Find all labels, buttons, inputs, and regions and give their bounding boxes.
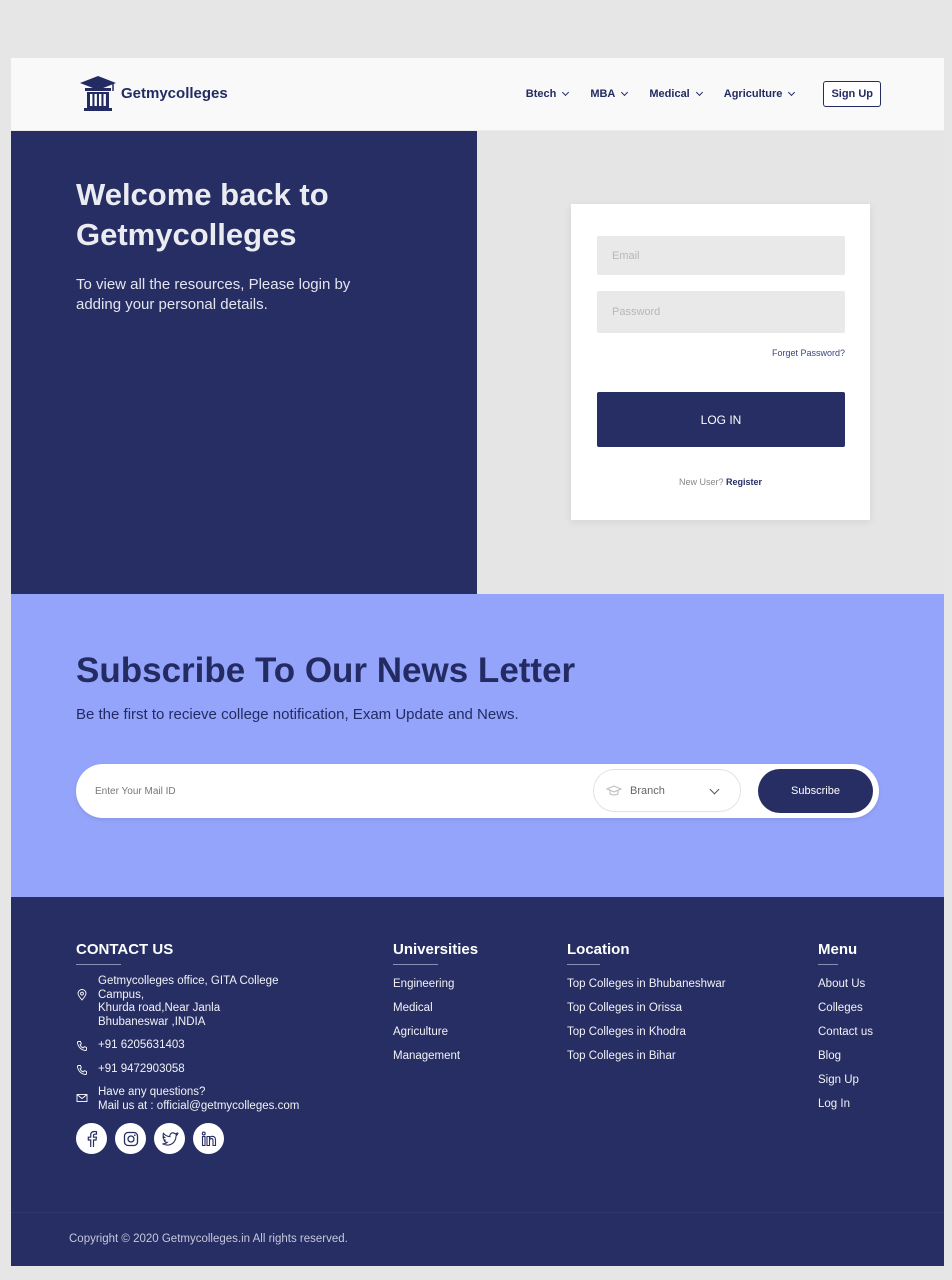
welcome-subtitle: To view all the resources, Please login … <box>76 276 351 313</box>
address-line: Campus, <box>98 988 145 1001</box>
footer-link[interactable]: Contact us <box>818 1025 873 1039</box>
nav-item-btech[interactable]: Btech <box>525 88 570 100</box>
branch-label: Branch <box>630 784 665 797</box>
nav-item-agriculture[interactable]: Agriculture <box>723 88 796 100</box>
address-line: Bhubaneswar ,INDIA <box>98 1015 206 1028</box>
chevron-down-icon <box>621 88 629 97</box>
password-field[interactable] <box>597 291 845 333</box>
footer-heading: CONTACT US <box>76 941 174 958</box>
site-footer: CONTACT US Getmycolleges office, GITA Co… <box>11 897 944 1266</box>
mail-icon <box>76 1094 88 1102</box>
footer-contact: CONTACT US Getmycolleges office, GITA Co… <box>76 941 299 1154</box>
facebook-link[interactable] <box>76 1123 107 1154</box>
new-user-prompt: New User? Register <box>571 477 870 487</box>
welcome-panel: Welcome back to Getmycolleges To view al… <box>11 131 477 594</box>
footer-link[interactable]: Log In <box>818 1097 873 1111</box>
heading-underline <box>818 964 838 965</box>
twitter-link[interactable] <box>154 1123 185 1154</box>
footer-location: Location Top Colleges in Bhubaneshwar To… <box>567 941 726 1073</box>
main-nav: Btech MBA Medical Agriculture Sign Up <box>526 81 881 107</box>
footer-link[interactable]: Management <box>393 1049 478 1063</box>
phone-icon <box>77 1041 87 1051</box>
footer-link[interactable]: Agriculture <box>393 1025 478 1039</box>
instagram-icon <box>123 1131 138 1146</box>
graduation-cap-icon <box>606 784 622 795</box>
social-links <box>76 1123 299 1154</box>
nav-label: MBA <box>590 88 616 100</box>
footer-link[interactable]: Colleges <box>818 1001 873 1015</box>
chevron-down-icon <box>562 88 570 97</box>
heading-underline <box>76 964 121 965</box>
chevron-down-icon <box>788 88 796 97</box>
phone-text: +91 6205631403 <box>98 1039 185 1051</box>
mail-line[interactable]: Mail us at : official@getmycolleges.com <box>98 1100 299 1114</box>
address-line: Khurda road,Near Janla <box>98 1002 221 1014</box>
register-link[interactable]: Register <box>726 477 762 487</box>
footer-link[interactable]: Engineering <box>393 977 478 991</box>
nav-item-mba[interactable]: MBA <box>590 88 629 100</box>
nav-label: Medical <box>649 88 690 100</box>
nav-label: Agriculture <box>723 88 783 100</box>
address-text: Getmycolleges office, GITA College Campu… <box>98 975 278 1029</box>
email-field[interactable] <box>597 236 845 275</box>
newsletter-section: Subscribe To Our News Letter Be the firs… <box>11 594 944 897</box>
contact-address: Getmycolleges office, GITA College Campu… <box>76 975 299 1029</box>
footer-link[interactable]: Top Colleges in Khodra <box>567 1025 726 1039</box>
page: Getmycolleges Btech MBA Medical Agricult… <box>11 58 944 1266</box>
footer-link[interactable]: About Us <box>818 977 873 991</box>
heading-underline <box>393 964 438 965</box>
mail-line: Have any questions? <box>98 1086 206 1098</box>
newsletter-title: Subscribe To Our News Letter <box>76 651 576 690</box>
welcome-title: Welcome back to Getmycolleges <box>76 177 329 252</box>
logo-text: Getmycolleges <box>121 84 228 102</box>
login-panel: Forget Password? LOG IN New User? Regist… <box>477 131 944 594</box>
footer-link[interactable]: Top Colleges in Bihar <box>567 1049 726 1063</box>
footer-menu: Menu About Us Colleges Contact us Blog S… <box>818 941 873 1121</box>
phone-icon <box>77 1064 87 1075</box>
contact-mail: Have any questions? Mail us at : officia… <box>76 1086 299 1113</box>
footer-link[interactable]: Blog <box>818 1049 873 1063</box>
footer-link[interactable]: Top Colleges in Bhubaneshwar <box>567 977 726 991</box>
location-pin-icon <box>77 989 87 1001</box>
branch-select[interactable]: Branch <box>593 769 741 812</box>
footer-link[interactable]: Top Colleges in Orissa <box>567 1001 726 1015</box>
heading-underline <box>567 964 600 965</box>
subscribe-bar: Branch Subscribe <box>76 764 879 818</box>
footer-heading: Location <box>567 941 630 958</box>
copyright-text: Copyright © 2020 Getmycolleges.in All ri… <box>69 1233 348 1245</box>
address-line: Getmycolleges office, GITA College <box>98 975 279 987</box>
graduation-cap-logo-icon <box>80 76 116 111</box>
signup-button[interactable]: Sign Up <box>823 81 881 107</box>
linkedin-link[interactable] <box>193 1123 224 1154</box>
chevron-down-icon <box>695 88 703 97</box>
mail-input[interactable] <box>95 776 575 806</box>
login-button[interactable]: LOG IN <box>597 392 845 447</box>
footer-universities: Universities Engineering Medical Agricul… <box>393 941 478 1073</box>
contact-phone-2[interactable]: +91 9472903058 <box>76 1063 299 1077</box>
phone-text: +91 9472903058 <box>98 1062 185 1075</box>
subscribe-button[interactable]: Subscribe <box>758 769 873 813</box>
footer-heading: Universities <box>393 941 479 958</box>
contact-phone-1[interactable]: +91 6205631403 <box>76 1039 299 1053</box>
forget-password-link[interactable]: Forget Password? <box>772 348 845 358</box>
newsletter-subtitle: Be the first to recieve college notifica… <box>76 706 519 723</box>
site-header: Getmycolleges Btech MBA Medical Agricult… <box>11 58 944 131</box>
login-card: Forget Password? LOG IN New User? Regist… <box>571 204 870 520</box>
facebook-icon <box>87 1130 97 1147</box>
footer-link[interactable]: Medical <box>393 1001 478 1015</box>
footer-heading: Menu <box>818 941 858 958</box>
footer-link[interactable]: Sign Up <box>818 1073 873 1087</box>
new-user-label: New User? <box>678 477 724 487</box>
chevron-down-icon <box>709 784 720 795</box>
linkedin-icon <box>201 1131 216 1146</box>
footer-divider <box>11 1212 944 1213</box>
nav-item-medical[interactable]: Medical <box>649 88 703 100</box>
logo[interactable]: Getmycolleges <box>78 74 228 112</box>
twitter-icon <box>161 1131 179 1146</box>
instagram-link[interactable] <box>115 1123 146 1154</box>
mail-text: Have any questions? Mail us at : officia… <box>98 1086 299 1113</box>
nav-label: Btech <box>525 88 557 100</box>
